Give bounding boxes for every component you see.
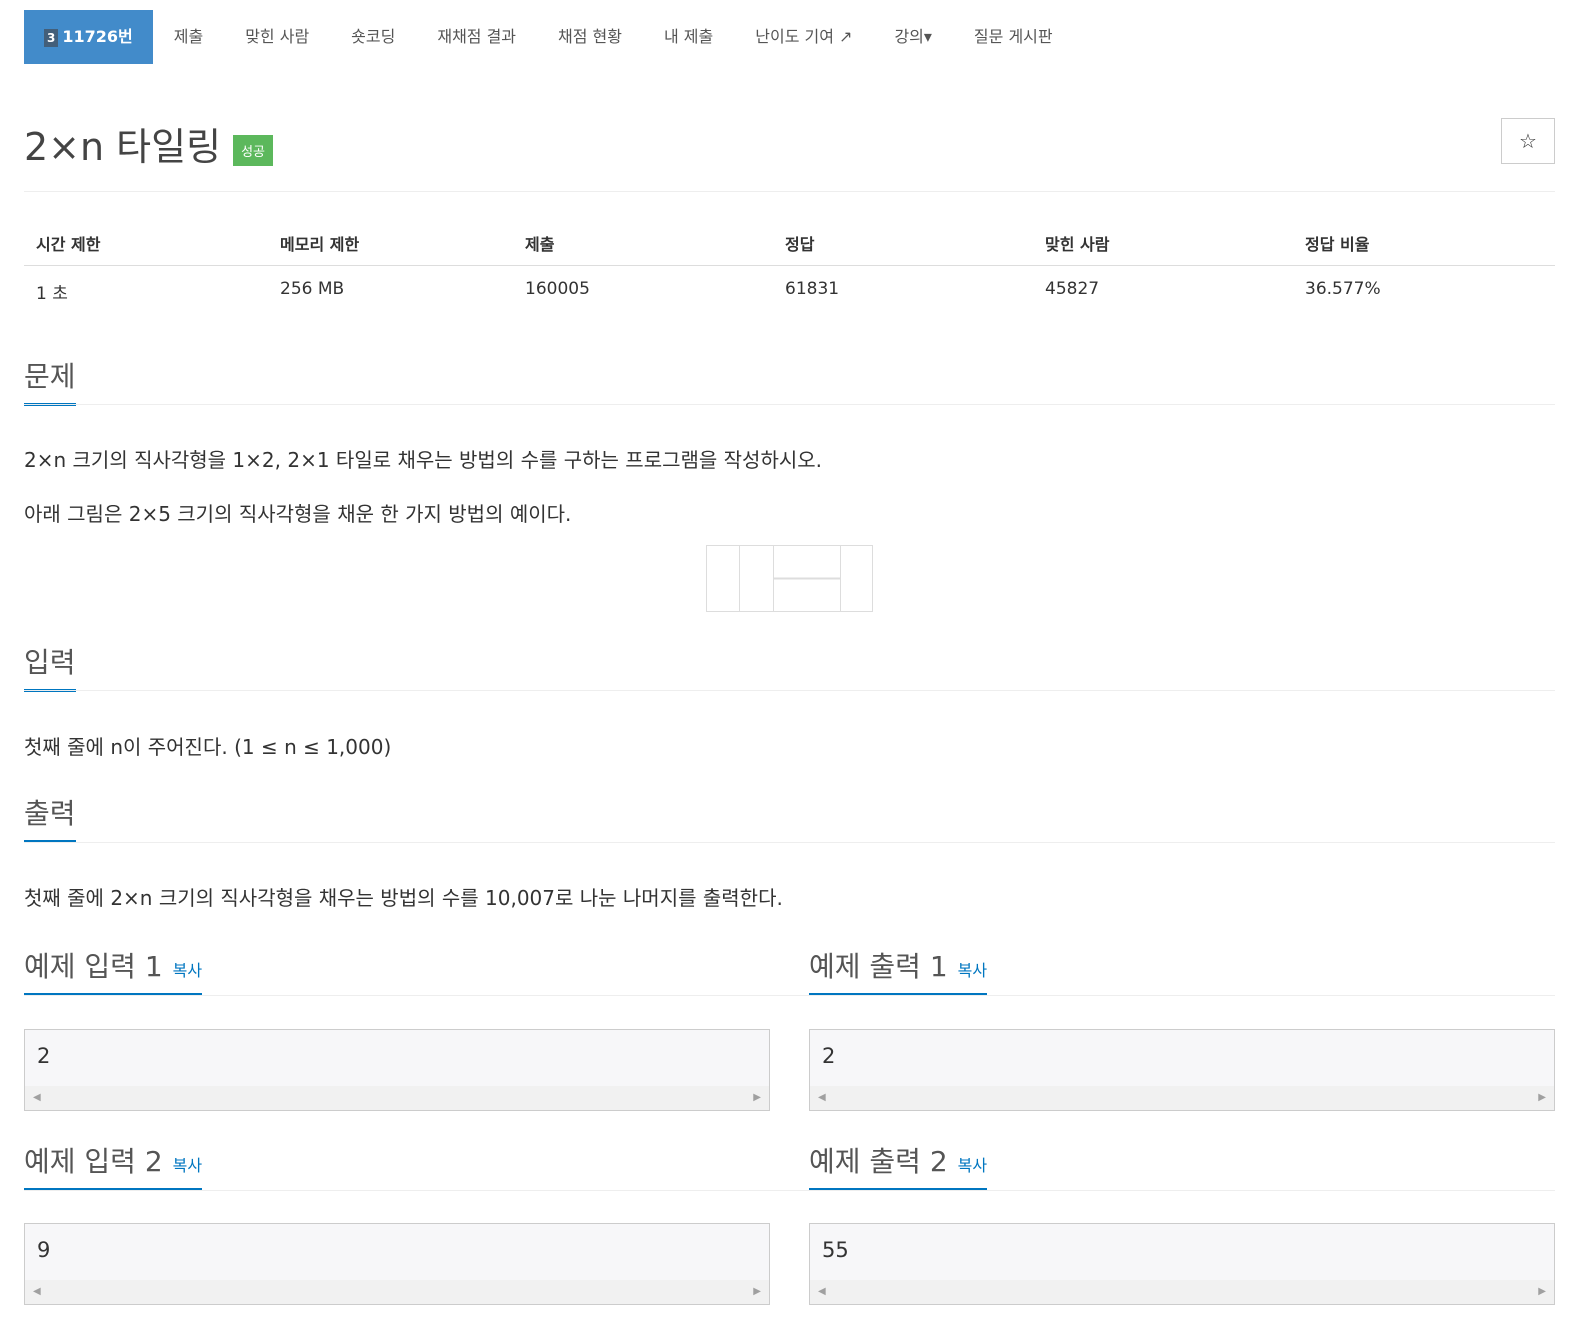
problem-heading: 문제 — [24, 355, 76, 406]
tier-icon: 3 — [44, 29, 59, 47]
td-accepted: 61831 — [785, 279, 840, 299]
sample-output-2: 55 ◀ ▶ — [809, 1223, 1555, 1305]
tab-shortcoding[interactable]: 숏코딩 — [330, 10, 416, 64]
tab-status[interactable]: 채점 현황 — [537, 10, 643, 64]
td-time: 1 초 — [36, 284, 68, 304]
sample-output-2-heading: 예제 출력 2 복사 — [809, 1140, 988, 1191]
star-button[interactable]: ☆ — [1501, 118, 1555, 164]
tab-submit[interactable]: 제출 — [153, 10, 224, 64]
sample-value: 55 — [822, 1238, 849, 1262]
divider — [24, 191, 1555, 192]
scrollbar[interactable]: ◀ ▶ — [810, 1086, 1554, 1110]
page-title: 2×n 타일링 성공 — [24, 116, 273, 171]
input-heading: 입력 — [24, 641, 76, 692]
sample-output-1-heading: 예제 출력 1 복사 — [809, 945, 988, 996]
sample-value: 2 — [37, 1044, 51, 1068]
tab-my-submissions[interactable]: 내 제출 — [643, 10, 734, 64]
td-solvers: 45827 — [1045, 279, 1100, 299]
sample-title: 예제 출력 2 — [809, 1145, 948, 1178]
tab-rejudge[interactable]: 재채점 결과 — [416, 10, 537, 64]
sample-input-1: 2 ◀ ▶ — [24, 1029, 770, 1111]
sample-input-2-heading: 예제 입력 2 복사 — [24, 1140, 203, 1191]
tab-lectures[interactable]: 강의▾ — [873, 10, 952, 64]
divider — [24, 404, 1555, 405]
th-time: 시간 제한 — [36, 235, 101, 254]
scrollbar[interactable]: ◀ ▶ — [25, 1086, 769, 1110]
tab-solved[interactable]: 맞힌 사람 — [224, 10, 330, 64]
sample-output-1: 2 ◀ ▶ — [809, 1029, 1555, 1111]
th-submit: 제출 — [525, 235, 555, 254]
scrollbar[interactable]: ◀ ▶ — [810, 1280, 1554, 1304]
copy-button[interactable]: 복사 — [958, 961, 987, 980]
sample-input-2: 9 ◀ ▶ — [24, 1223, 770, 1305]
tab-difficulty[interactable]: 난이도 기여 ↗ — [734, 10, 873, 64]
divider — [24, 690, 1555, 691]
tiling-example-image — [706, 545, 873, 612]
input-text: 첫째 줄에 n이 주어진다. (1 ≤ n ≤ 1,000) — [24, 735, 392, 759]
title-text: 2×n 타일링 — [24, 125, 222, 169]
tab-problem[interactable]: 3 11726번 — [24, 10, 153, 64]
divider — [24, 995, 1555, 996]
sample-title: 예제 출력 1 — [809, 950, 948, 983]
td-ratio: 36.577% — [1305, 279, 1381, 299]
sample-title: 예제 입력 1 — [24, 950, 163, 983]
table-divider — [24, 265, 1555, 266]
divider — [24, 842, 1555, 843]
copy-button[interactable]: 복사 — [173, 961, 202, 980]
output-heading: 출력 — [24, 792, 76, 843]
copy-button[interactable]: 복사 — [958, 1156, 987, 1175]
tab-board[interactable]: 질문 게시판 — [953, 10, 1074, 64]
th-accepted: 정답 — [785, 235, 815, 254]
sample-title: 예제 입력 2 — [24, 1145, 163, 1178]
td-submit: 160005 — [525, 279, 590, 299]
copy-button[interactable]: 복사 — [173, 1156, 202, 1175]
td-memory: 256 MB — [280, 279, 345, 299]
th-ratio: 정답 비율 — [1305, 235, 1370, 254]
problem-nav: 3 11726번 제출 맞힌 사람 숏코딩 재채점 결과 채점 현황 내 제출 난… — [24, 10, 1074, 64]
th-memory: 메모리 제한 — [280, 235, 360, 254]
problem-text-1: 2×n 크기의 직사각형을 1×2, 2×1 타일로 채우는 방법의 수를 구하… — [24, 448, 823, 472]
scrollbar[interactable]: ◀ ▶ — [25, 1280, 769, 1304]
sample-input-1-heading: 예제 입력 1 복사 — [24, 945, 203, 996]
divider — [24, 1190, 1555, 1191]
status-badge: 성공 — [233, 135, 273, 166]
sample-value: 9 — [37, 1238, 51, 1262]
output-text: 첫째 줄에 2×n 크기의 직사각형을 채우는 방법의 수를 10,007로 나… — [24, 886, 783, 910]
sample-value: 2 — [822, 1044, 836, 1068]
problem-text-2: 아래 그림은 2×5 크기의 직사각형을 채운 한 가지 방법의 예이다. — [24, 502, 572, 526]
th-solvers: 맞힌 사람 — [1045, 235, 1110, 254]
